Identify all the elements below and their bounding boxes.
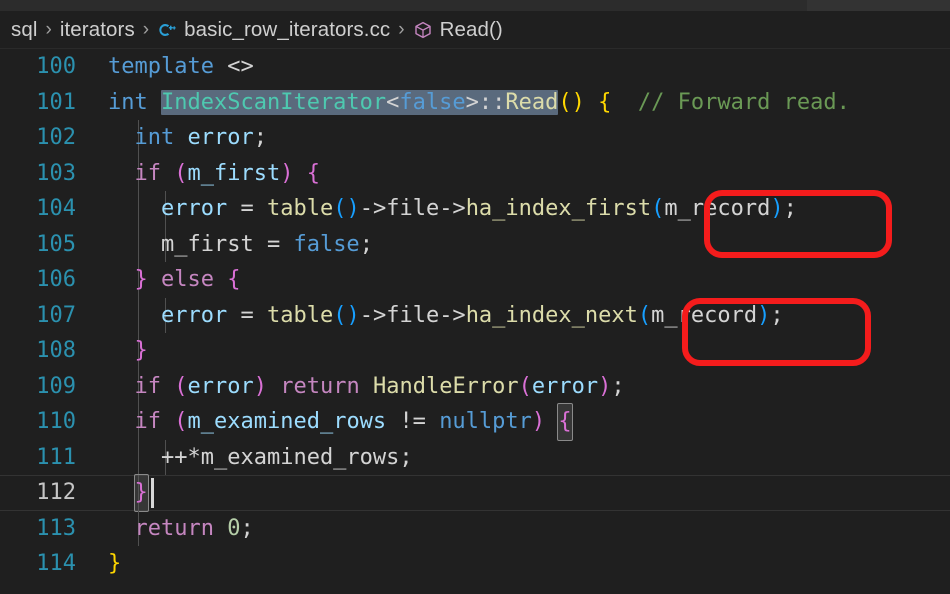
breadcrumb-separator-icon: › [398, 19, 404, 41]
line-number: 108 [0, 333, 76, 369]
breadcrumb-label-iterators: iterators [60, 18, 135, 42]
code-editor-window: sql › iterators › basic_row_iterators.cc… [0, 0, 950, 594]
bracket-match-highlight: } [135, 475, 148, 511]
code-line[interactable]: 101 int IndexScanIterator<false>::Read()… [0, 85, 950, 121]
breadcrumb-label-sql: sql [11, 18, 38, 42]
selection-highlight: IndexScanIterator<false>::Read [161, 90, 558, 115]
code-line[interactable]: 105 m_first = false; [0, 227, 950, 263]
breadcrumb-item-file[interactable]: basic_row_iterators.cc [157, 18, 390, 42]
line-text: m_first = false; [108, 227, 373, 263]
line-text: error = table()->file->ha_index_next(m_r… [108, 298, 784, 334]
editor-content[interactable]: 100 template <> 101 int IndexScanIterato… [0, 49, 950, 594]
code-line[interactable]: 107 error = table()->file->ha_index_next… [0, 298, 950, 334]
line-number: 111 [0, 440, 76, 476]
breadcrumb-item-sql[interactable]: sql [11, 18, 38, 42]
line-number: 100 [0, 49, 76, 85]
line-number: 105 [0, 227, 76, 263]
line-text: int IndexScanIterator<false>::Read() { /… [108, 85, 850, 121]
code-line[interactable]: 113 return 0; [0, 511, 950, 547]
line-number: 103 [0, 156, 76, 192]
line-number: 107 [0, 298, 76, 334]
line-text: error = table()->file->ha_index_first(m_… [108, 191, 797, 227]
code-line[interactable]: 100 template <> [0, 49, 950, 85]
breadcrumb-item-symbol[interactable]: Read() [413, 18, 503, 42]
code-line[interactable]: 111 ++*m_examined_rows; [0, 440, 950, 476]
text-cursor [151, 478, 154, 508]
breadcrumb-label-file: basic_row_iterators.cc [184, 18, 390, 42]
line-number: 102 [0, 120, 76, 156]
code-line[interactable]: 114 } [0, 546, 950, 582]
line-text: } else { [108, 262, 240, 298]
line-text: } [108, 333, 148, 369]
code-line[interactable]: 106 } else { [0, 262, 950, 298]
line-number: 101 [0, 85, 76, 121]
breadcrumb[interactable]: sql › iterators › basic_row_iterators.cc… [0, 11, 950, 48]
line-number: 106 [0, 262, 76, 298]
line-text: return 0; [108, 511, 254, 547]
line-text: template <> [108, 49, 254, 85]
code-line[interactable]: 108 } [0, 333, 950, 369]
line-number: 104 [0, 191, 76, 227]
code-line-active[interactable]: 112 } [0, 475, 950, 511]
tab-strip-right-segment[interactable] [807, 0, 950, 11]
line-number: 110 [0, 404, 76, 440]
cpp-file-icon [157, 20, 177, 40]
method-symbol-icon [413, 20, 433, 40]
line-text: int error; [108, 120, 267, 156]
code-line[interactable]: 109 if (error) return HandleError(error)… [0, 369, 950, 405]
line-text: } [108, 475, 148, 511]
line-text: } [108, 546, 121, 582]
line-text: if (error) return HandleError(error); [108, 369, 625, 405]
breadcrumb-separator-icon: › [46, 19, 52, 41]
line-text: ++*m_examined_rows; [108, 440, 413, 476]
line-text: if (m_examined_rows != nullptr) { [108, 404, 572, 440]
bracket-match-highlight: { [558, 404, 571, 440]
breadcrumb-label-symbol: Read() [440, 18, 503, 42]
line-number: 109 [0, 369, 76, 405]
breadcrumb-separator-icon: › [143, 19, 149, 41]
line-number: 114 [0, 546, 76, 582]
code-line[interactable]: 110 if (m_examined_rows != nullptr) { [0, 404, 950, 440]
breadcrumb-item-iterators[interactable]: iterators [60, 18, 135, 42]
code-line[interactable]: 102 int error; [0, 120, 950, 156]
line-number: 113 [0, 511, 76, 547]
line-number-active: 112 [0, 475, 76, 511]
code-line[interactable]: 104 error = table()->file->ha_index_firs… [0, 191, 950, 227]
line-text: if (m_first) { [108, 156, 320, 192]
code-line[interactable]: 103 if (m_first) { [0, 156, 950, 192]
